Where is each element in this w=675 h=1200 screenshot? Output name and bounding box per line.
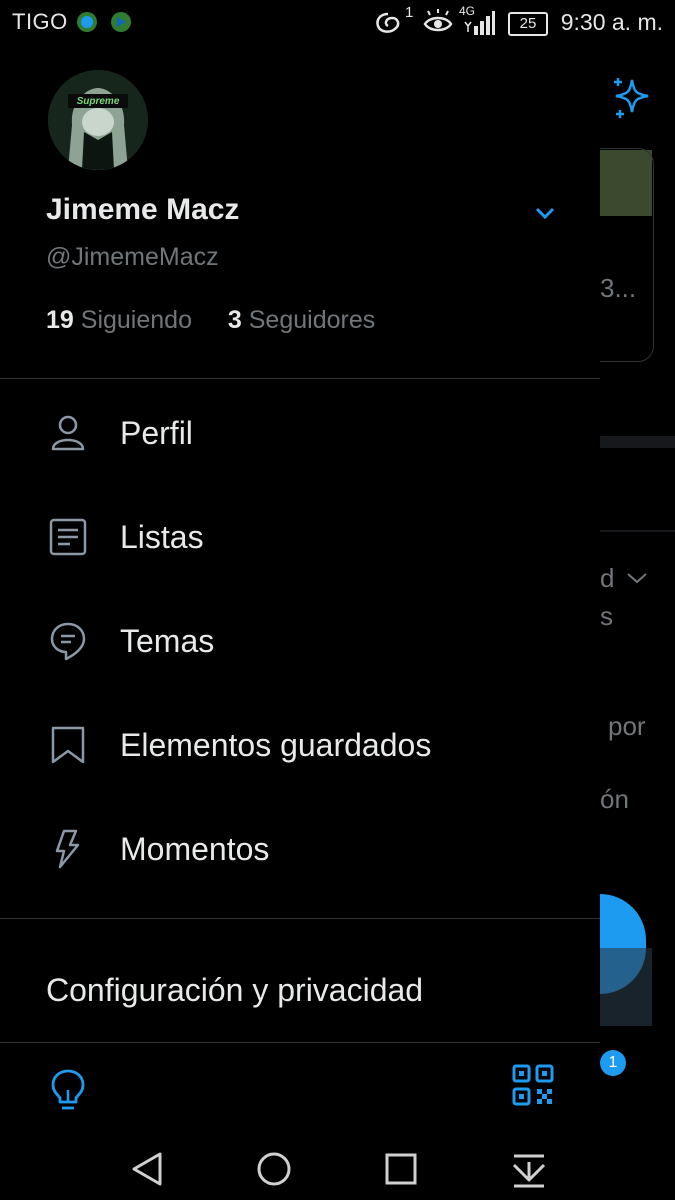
followers-link[interactable]: 3 Seguidores [228, 306, 375, 334]
menu-item-topics[interactable]: Temas [0, 589, 600, 693]
menu-item-bookmarks[interactable]: Elementos guardados [0, 693, 600, 797]
menu-item-lists[interactable]: Listas [0, 485, 600, 589]
lightbulb-icon[interactable] [48, 1068, 88, 1112]
tweet-text-fragment: por [608, 711, 646, 741]
carrier-label: TIGO [12, 9, 68, 34]
system-navigation-bar [0, 1138, 675, 1200]
list-icon [49, 518, 87, 556]
menu-item-label: Momentos [120, 831, 270, 867]
timeline-background: 3... d s por ón 1 [600, 48, 675, 1138]
divider [0, 1042, 600, 1043]
avatar[interactable]: Supreme [48, 70, 148, 170]
notification-badge: 1 [600, 1050, 626, 1076]
signal-icon [464, 11, 495, 35]
battery-level: 25 [519, 15, 537, 32]
avatar-text: Supreme [76, 96, 120, 107]
divider [0, 918, 600, 919]
topics-icon [50, 622, 86, 661]
qr-code-icon[interactable] [512, 1064, 554, 1106]
battery-icon: 25 [508, 12, 548, 36]
side-drawer: Supreme Jimeme Macz @JimemeMacz 19 Sigui… [0, 48, 600, 1138]
menu-item-moments[interactable]: Momentos [0, 797, 600, 901]
menu-item-profile[interactable]: Perfil [0, 381, 600, 485]
bookmark-icon [51, 726, 85, 764]
chevron-down-icon [627, 573, 647, 584]
notification-count: 1 [405, 4, 414, 21]
followers-label: Seguidores [248, 306, 376, 334]
tweet-card-fragment [600, 148, 654, 362]
avatar-image [48, 70, 148, 170]
following-count: 19 [46, 306, 74, 334]
status-bar: TIGO 1 4G 25 9:30 a. m. [0, 0, 675, 48]
clock: 9:30 a. m. [560, 9, 663, 35]
notification-shade-icon[interactable] [508, 1148, 550, 1190]
recents-icon[interactable] [380, 1148, 422, 1190]
drawer-footer [0, 1044, 600, 1138]
display-name[interactable]: Jimeme Macz [46, 193, 239, 227]
media-fragment [600, 948, 652, 1026]
tweet-text-fragment: ón [600, 784, 629, 814]
person-icon [51, 415, 85, 451]
section-divider [600, 530, 675, 532]
back-icon[interactable] [126, 1148, 168, 1190]
followers-count: 3 [227, 306, 242, 334]
follow-stats: 19 Siguiendo 3 Seguidores [46, 306, 375, 335]
following-link[interactable]: 19 Siguiendo [46, 306, 199, 334]
menu-item-label: Temas [120, 623, 215, 659]
section-divider [600, 436, 675, 448]
home-icon[interactable] [253, 1148, 295, 1190]
user-handle: @JimemeMacz [46, 243, 219, 271]
swirl-icon [376, 12, 400, 33]
tweet-text-fragment: d [600, 563, 615, 593]
following-label: Siguiendo [80, 306, 192, 334]
eye-comfort-icon [423, 9, 453, 32]
menu-item-label: Elementos guardados [120, 727, 432, 763]
tweet-text-fragment: s [600, 601, 613, 631]
chevron-down-icon[interactable] [530, 198, 560, 228]
lightning-icon [55, 829, 80, 869]
sparkle-icon[interactable] [606, 74, 654, 122]
menu-item-label: Perfil [120, 415, 193, 451]
divider [0, 378, 600, 379]
menu-item-label: Listas [120, 519, 204, 555]
settings-and-privacy-link[interactable]: Configuración y privacidad [46, 972, 423, 1009]
app-notification-icon [111, 12, 131, 32]
tweet-text-fragment: 3... [600, 273, 637, 303]
twitter-notification-icon [77, 12, 97, 32]
